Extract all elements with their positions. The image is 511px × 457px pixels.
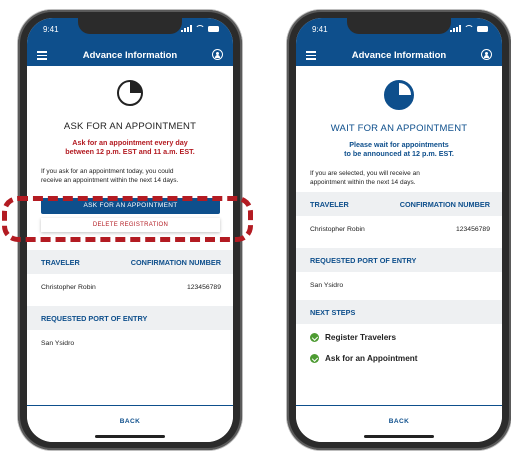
phone-frame-right: 9:41 Advance Information WAIT FOR AN APP… xyxy=(287,10,511,450)
info-paragraph: If you ask for an appointment today, you… xyxy=(41,168,221,185)
hamburger-menu-icon[interactable] xyxy=(37,51,47,60)
traveler-name: Christopher Robin xyxy=(41,284,96,291)
phone-frame-left: 9:41 Advance Information ASK FOR AN APPO… xyxy=(18,10,242,450)
battery-icon xyxy=(477,25,488,32)
table-row: Christopher Robin 123456789 xyxy=(27,284,233,298)
schedule-note: Ask for an appointment every day between… xyxy=(33,138,227,156)
footer: BACK xyxy=(296,405,502,442)
next-steps-header: NEXT STEPS xyxy=(296,300,502,324)
user-circle-icon[interactable] xyxy=(481,49,492,60)
schedule-note-line-1: Please wait for appointments xyxy=(349,140,449,149)
schedule-note-line-2: to be announced at 12 p.m. EST. xyxy=(344,149,454,158)
port-section-header: REQUESTED PORT OF ENTRY xyxy=(27,306,233,330)
nav-title: Advance Information xyxy=(82,49,178,61)
status-time: 9:41 xyxy=(312,25,328,34)
confirmation-number: 123456789 xyxy=(455,226,490,233)
step-label: Ask for an Appointment xyxy=(325,354,418,363)
ask-for-appointment-button[interactable]: ASK FOR AN APPOINTMENT xyxy=(41,198,220,214)
port-label: REQUESTED PORT OF ENTRY xyxy=(310,256,417,265)
table-row: Christopher Robin 123456789 xyxy=(296,226,502,240)
signal-icon xyxy=(181,25,192,32)
battery-icon xyxy=(208,25,219,32)
page-heading: ASK FOR AN APPOINTMENT xyxy=(63,121,197,132)
port-section-header: REQUESTED PORT OF ENTRY xyxy=(296,248,502,272)
nav-bar: Advance Information xyxy=(296,44,502,66)
back-button[interactable]: BACK xyxy=(296,418,502,425)
info-paragraph-line-1: If you are selected, you will receive an xyxy=(310,170,420,177)
delete-registration-button[interactable]: DELETE REGISTRATION xyxy=(41,218,220,232)
notch xyxy=(347,18,451,34)
column-header-traveler: TRAVELER xyxy=(41,258,80,267)
schedule-note: Please wait for appointments to be annou… xyxy=(302,140,496,158)
nav-bar: Advance Information xyxy=(27,44,233,66)
status-icons xyxy=(450,25,488,32)
phone-screen-left: 9:41 Advance Information ASK FOR AN APPO… xyxy=(27,18,233,442)
back-button[interactable]: BACK xyxy=(27,418,233,425)
wifi-icon xyxy=(195,25,205,32)
info-paragraph-line-2: receive an appointment within the next 1… xyxy=(41,176,179,184)
confirmation-number: 123456789 xyxy=(186,284,221,291)
signal-icon xyxy=(450,25,461,32)
port-value: San Ysidro xyxy=(310,282,344,289)
port-label: REQUESTED PORT OF ENTRY xyxy=(41,314,148,323)
page-heading: WAIT FOR AN APPOINTMENT xyxy=(330,123,468,134)
wifi-icon xyxy=(464,25,474,32)
progress-clock-icon xyxy=(117,80,143,106)
footer: BACK xyxy=(27,405,233,442)
home-indicator xyxy=(95,435,165,438)
info-paragraph: If you are selected, you will receive an… xyxy=(310,170,490,187)
step-register-travelers: Register Travelers xyxy=(310,333,396,342)
hamburger-menu-icon[interactable] xyxy=(306,51,316,60)
home-indicator xyxy=(364,435,434,438)
phone-screen-right: 9:41 Advance Information WAIT FOR AN APP… xyxy=(296,18,502,442)
port-row: San Ysidro xyxy=(27,340,233,354)
check-circle-icon xyxy=(310,333,319,342)
port-value: San Ysidro xyxy=(41,340,75,347)
column-header-traveler: TRAVELER xyxy=(310,200,349,209)
next-steps-label: NEXT STEPS xyxy=(310,308,356,317)
port-row: San Ysidro xyxy=(296,282,502,296)
traveler-table-header: TRAVELER CONFIRMATION NUMBER xyxy=(27,250,233,274)
schedule-note-line-1: Ask for an appointment every day xyxy=(72,138,188,147)
step-ask-for-appointment: Ask for an Appointment xyxy=(310,354,418,363)
column-header-confirmation: CONFIRMATION NUMBER xyxy=(130,258,221,267)
step-label: Register Travelers xyxy=(325,333,397,342)
info-paragraph-line-1: If you ask for an appointment today, you… xyxy=(41,168,174,175)
traveler-table-header: TRAVELER CONFIRMATION NUMBER xyxy=(296,192,502,216)
check-circle-icon xyxy=(310,354,319,363)
schedule-note-line-2: between 12 p.m. EST and 11 a.m. EST. xyxy=(65,147,195,156)
nav-title: Advance Information xyxy=(351,49,447,61)
status-time: 9:41 xyxy=(43,25,59,34)
notch xyxy=(78,18,182,34)
main-content: ASK FOR AN APPOINTMENT Ask for an appoin… xyxy=(27,66,233,442)
column-header-confirmation: CONFIRMATION NUMBER xyxy=(399,200,490,209)
main-content: WAIT FOR AN APPOINTMENT Please wait for … xyxy=(296,66,502,442)
traveler-name: Christopher Robin xyxy=(310,226,365,233)
status-icons xyxy=(181,25,219,32)
user-circle-icon[interactable] xyxy=(212,49,223,60)
info-paragraph-line-2: appointment within the next 14 days. xyxy=(310,178,416,186)
progress-clock-icon xyxy=(384,80,414,110)
